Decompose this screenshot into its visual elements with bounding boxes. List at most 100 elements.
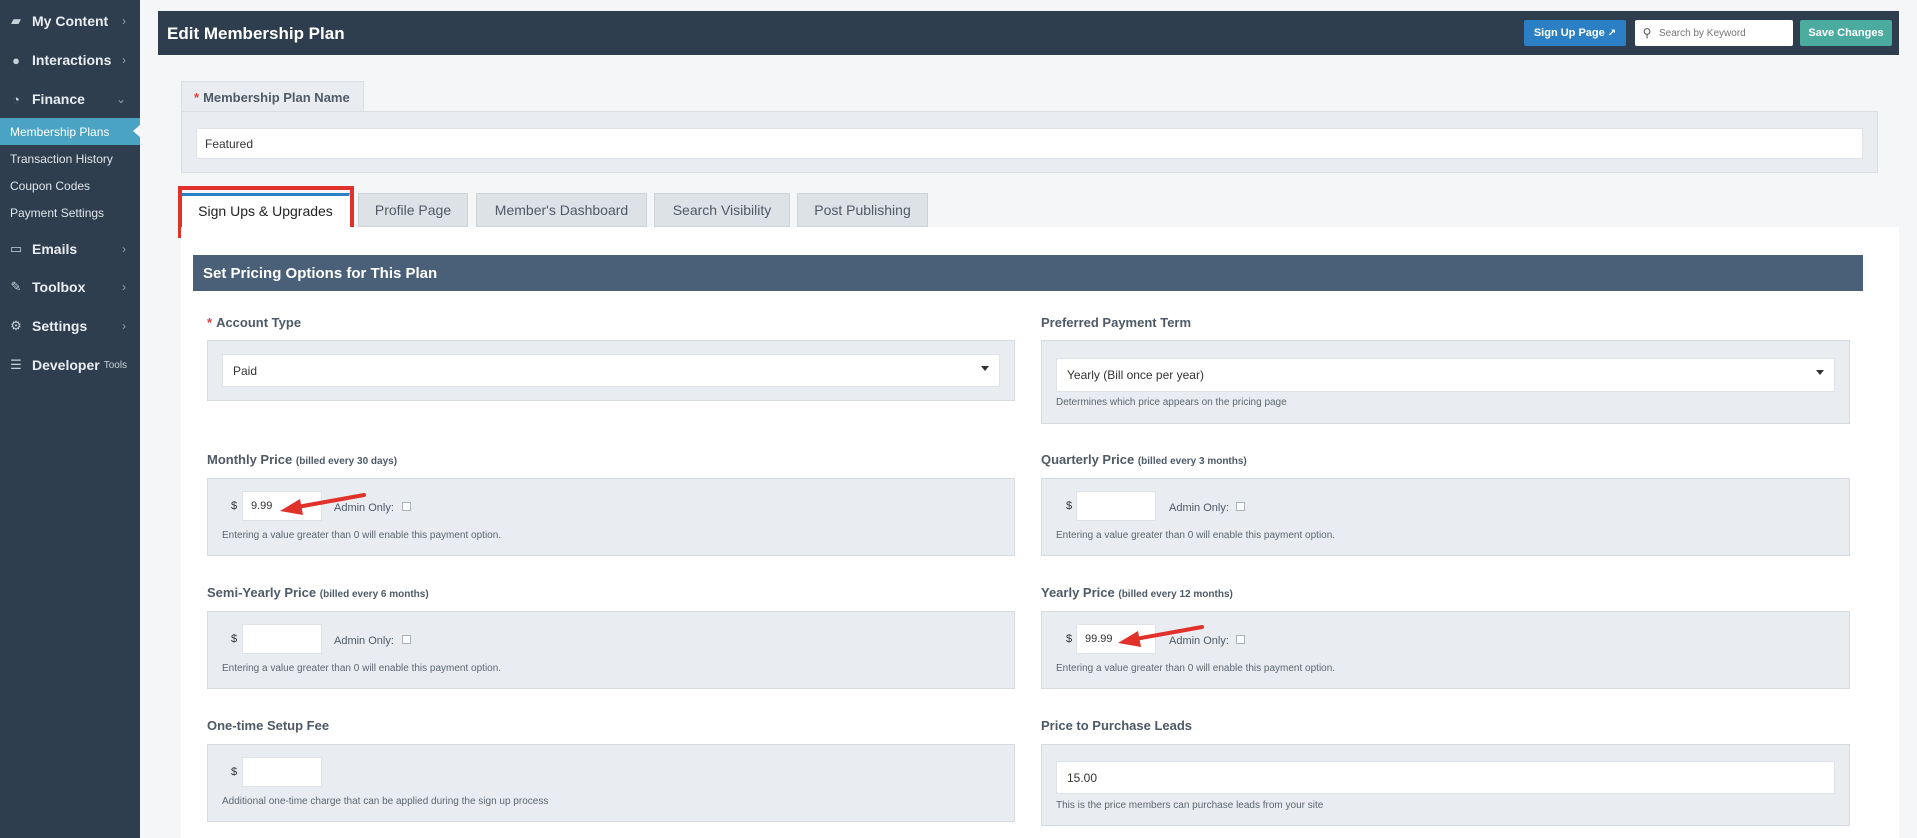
wrench-icon: ✎: [10, 279, 22, 294]
sidebar-item-emails[interactable]: ▭ Emails ›: [0, 230, 140, 268]
quarterly-admin-only-checkbox[interactable]: [1236, 502, 1245, 511]
sidebar-item-my-content[interactable]: ▰ My Content ›: [0, 2, 140, 40]
tab-members-dashboard[interactable]: Member's Dashboard: [476, 193, 647, 227]
folder-icon: ▰: [11, 13, 21, 28]
quarterly-price-label-text: Quarterly Price: [1041, 452, 1135, 467]
annotation-arrow-yearly: [1118, 625, 1204, 647]
caret-down-icon: [981, 366, 989, 371]
sidebar-item-label: Emails: [32, 241, 78, 257]
plan-name-label-tab: * Membership Plan Name: [181, 81, 364, 112]
quarterly-currency-symbol: $: [1066, 500, 1073, 512]
sidebar-item-toolbox[interactable]: ✎ Toolbox ›: [0, 268, 140, 306]
inbox-icon: ▭: [9, 241, 23, 256]
leads-price-label: Price to Purchase Leads: [1041, 718, 1193, 733]
required-marker: *: [207, 315, 213, 330]
tab-profile-page[interactable]: Profile Page: [358, 193, 468, 227]
account-type-label-text: Account Type: [216, 315, 302, 330]
sidebar: ▰ My Content › ● Interactions › ◔ Financ…: [0, 0, 141, 838]
chat-icon: ●: [12, 52, 20, 68]
semiyearly-price-input[interactable]: [242, 624, 322, 654]
sidebar-subitem-transaction-history[interactable]: Transaction History: [0, 145, 140, 172]
sidebar-item-interactions[interactable]: ● Interactions ›: [0, 41, 140, 79]
quarterly-price-sublabel: (billed every 3 months): [1137, 456, 1247, 467]
yearly-currency-symbol: $: [1066, 633, 1073, 645]
account-type-value: Paid: [233, 363, 258, 378]
caret-down-icon: [1816, 370, 1824, 375]
leads-price-help: This is the price members can purchase l…: [1056, 800, 1324, 811]
yearly-price-label-text: Yearly Price: [1041, 585, 1115, 600]
setup-fee-label: One-time Setup Fee: [207, 718, 330, 733]
plan-name-label: Membership Plan Name: [203, 89, 350, 105]
semiyearly-price-panel: [207, 611, 1015, 689]
tab-search-visibility[interactable]: Search Visibility: [654, 193, 790, 227]
search-icon: ⚲: [1642, 26, 1652, 40]
annotation-arrow-monthly: [280, 493, 366, 515]
page-title: Edit Membership Plan: [167, 24, 345, 43]
tab-post-publishing[interactable]: Post Publishing: [797, 193, 928, 227]
yearly-price-help: Entering a value greater than 0 will ena…: [1056, 663, 1336, 674]
monthly-price-label: Monthly Price (billed every 30 days): [207, 452, 397, 467]
quarterly-price-help: Entering a value greater than 0 will ena…: [1056, 530, 1336, 541]
account-type-select[interactable]: Paid: [222, 354, 1000, 387]
quarterly-price-label: Quarterly Price (billed every 3 months): [1041, 452, 1247, 467]
gear-icon: ⚙: [10, 318, 22, 333]
payment-term-select[interactable]: Yearly (Bill once per year): [1056, 358, 1835, 392]
signup-page-label: Sign Up Page: [1533, 27, 1605, 39]
setup-fee-currency-symbol: $: [231, 766, 238, 778]
quarterly-price-panel: [1041, 478, 1850, 556]
monthly-price-label-text: Monthly Price: [207, 452, 293, 467]
plan-name-input[interactable]: Featured: [196, 128, 1863, 159]
save-changes-button[interactable]: Save Changes: [1800, 20, 1892, 46]
payment-term-help: Determines which price appears on the pr…: [1056, 397, 1287, 408]
semiyearly-price-label-text: Semi-Yearly Price: [207, 585, 317, 600]
sidebar-item-label: Interactions: [32, 52, 112, 68]
leads-price-value: 15.00: [1067, 770, 1098, 785]
semiyearly-price-label: Semi-Yearly Price (billed every 6 months…: [207, 585, 429, 600]
quarterly-admin-only-label: Admin Only:: [1169, 502, 1229, 514]
sidebar-item-developer[interactable]: ☰ Developer Tools: [0, 346, 140, 384]
chevron-right-icon: ›: [122, 280, 126, 294]
chevron-right-icon: ›: [122, 53, 126, 67]
external-link-icon: ↗: [1607, 27, 1617, 39]
semiyearly-price-help: Entering a value greater than 0 will ena…: [222, 663, 502, 674]
monthly-price-help: Entering a value greater than 0 will ena…: [222, 530, 502, 541]
yearly-admin-only-checkbox[interactable]: [1236, 635, 1245, 644]
yearly-price-label: Yearly Price (billed every 12 months): [1041, 585, 1233, 600]
search-input[interactable]: [1659, 27, 1785, 39]
semiyearly-currency-symbol: $: [231, 633, 238, 645]
account-type-label: * Account Type: [207, 315, 301, 330]
sidebar-item-label: Toolbox: [32, 279, 86, 295]
quarterly-price-input[interactable]: [1076, 491, 1156, 521]
semiyearly-price-sublabel: (billed every 6 months): [319, 589, 429, 600]
section-title: Set Pricing Options for This Plan: [193, 255, 1863, 291]
sidebar-item-label: My Content: [32, 13, 109, 29]
chevron-right-icon: ›: [122, 242, 126, 256]
setup-fee-help: Additional one-time charge that can be a…: [222, 796, 549, 807]
setup-fee-panel: [207, 744, 1015, 822]
chevron-down-icon: ⌄: [115, 92, 126, 106]
sliders-icon: ☰: [10, 357, 22, 372]
sidebar-subitem-payment-settings[interactable]: Payment Settings: [0, 199, 140, 226]
sidebar-subitem-membership-plans[interactable]: Membership Plans: [0, 118, 141, 145]
semiyearly-admin-only-label: Admin Only:: [334, 635, 394, 647]
sidebar-item-label: Developer: [32, 357, 100, 373]
page-header: Edit Membership Plan Sign Up Page ↗ ⚲ Sa…: [158, 11, 1899, 55]
signup-page-button[interactable]: Sign Up Page ↗: [1524, 20, 1626, 46]
search-box[interactable]: ⚲: [1635, 20, 1793, 46]
chevron-right-icon: ›: [122, 319, 126, 333]
payment-term-value: Yearly (Bill once per year): [1067, 368, 1204, 382]
pie-chart-icon: ◔: [12, 91, 20, 107]
setup-fee-input[interactable]: [242, 757, 322, 787]
sidebar-item-settings[interactable]: ⚙ Settings ›: [0, 307, 140, 345]
plan-name-panel: Featured: [181, 111, 1878, 173]
semiyearly-admin-only-checkbox[interactable]: [402, 635, 411, 644]
required-marker: *: [194, 89, 200, 105]
sidebar-item-finance[interactable]: ◔ Finance ⌄: [0, 80, 140, 118]
payment-term-label: Preferred Payment Term: [1041, 315, 1192, 330]
sidebar-item-label: Settings: [32, 318, 88, 334]
sidebar-subitem-coupon-codes[interactable]: Coupon Codes: [0, 172, 140, 199]
monthly-admin-only-checkbox[interactable]: [402, 502, 411, 511]
sidebar-item-suffix: Tools: [103, 359, 128, 371]
monthly-price-sublabel: (billed every 30 days): [295, 456, 398, 467]
leads-price-input[interactable]: 15.00: [1056, 761, 1835, 794]
